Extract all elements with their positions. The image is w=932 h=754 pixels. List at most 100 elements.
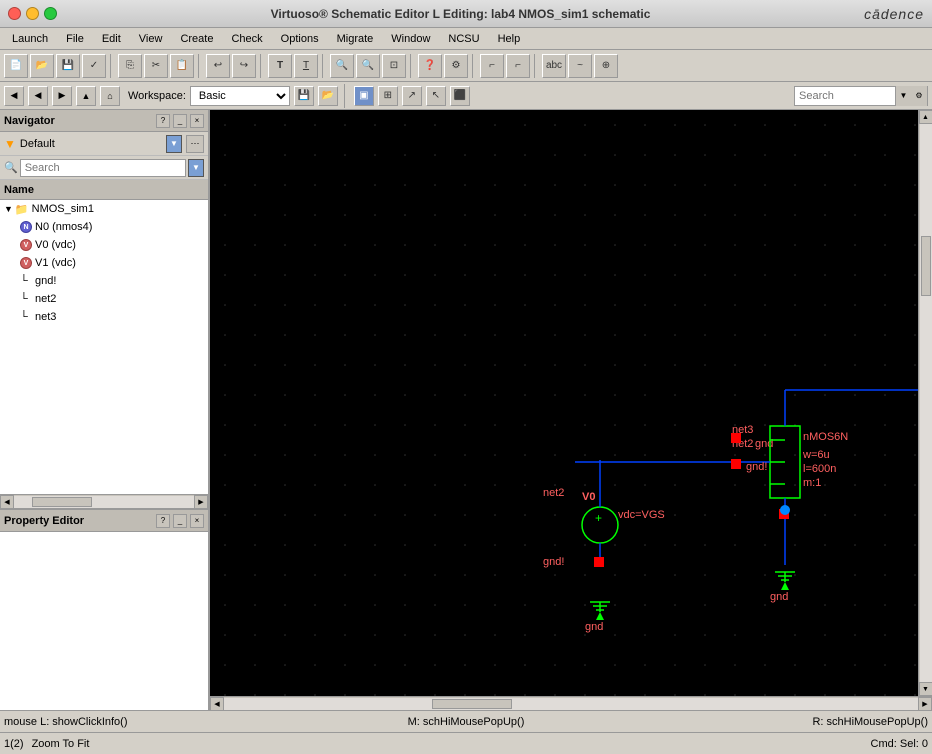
sep7 (534, 54, 538, 78)
v0-label: V0 (vdc) (35, 239, 76, 251)
nav-up-button[interactable]: ▲ (76, 86, 96, 106)
save-button[interactable]: 💾 (56, 54, 80, 78)
nav-close-icon[interactable]: × (190, 114, 204, 128)
property-editor-content (0, 532, 208, 710)
text2-button[interactable]: T (294, 54, 318, 78)
zoom-out-button[interactable]: 🔍 (356, 54, 380, 78)
new-button[interactable]: 📄 (4, 54, 28, 78)
search-options[interactable]: ⚙ (911, 86, 927, 106)
pe-help-icon[interactable]: ? (156, 514, 170, 528)
toolbar1: 📄 📂 💾 ✓ ⎘ ✂ 📋 ↩ ↪ T T 🔍 🔍 ⊡ ❓ ⚙ ⌐ ⌐ abc … (0, 50, 932, 82)
filter-icon: ▼ (4, 137, 16, 151)
page-number: 1(2) (4, 738, 24, 750)
pe-close-icon[interactable]: × (190, 514, 204, 528)
svg-text:net2: net2 (543, 487, 564, 499)
nav-back-button[interactable]: ◀ (4, 86, 24, 106)
ws-save-button[interactable]: 💾 (294, 86, 314, 106)
search-dropdown[interactable]: ▼ (895, 86, 911, 106)
wire-button[interactable]: ~ (568, 54, 592, 78)
menu-options[interactable]: Options (273, 31, 327, 47)
cut-button[interactable]: ✂ (144, 54, 168, 78)
vscroll-track[interactable] (920, 124, 932, 682)
check-button[interactable]: ✓ (82, 54, 106, 78)
tree-item-gnd[interactable]: └ gnd! (0, 272, 208, 290)
filter-more[interactable]: ⋯ (186, 135, 204, 153)
vscroll-down[interactable]: ▼ (919, 682, 932, 696)
nav-help-icon[interactable]: ? (156, 114, 170, 128)
route1-button[interactable]: ⌐ (480, 54, 504, 78)
info-button[interactable]: ❓ (418, 54, 442, 78)
hscroll-right2[interactable]: ▶ (918, 697, 932, 711)
vscrollbar[interactable]: ▲ ▼ (918, 110, 932, 696)
bottombar: 1(2) Zoom To Fit Cmd: Sel: 0 (0, 732, 932, 754)
tree-item-v0[interactable]: V V0 (vdc) (0, 236, 208, 254)
nav-fwd-button[interactable]: ▶ (52, 86, 72, 106)
hscrollbar[interactable]: ◀ ▶ (210, 696, 932, 710)
tree-item-net3[interactable]: └ net3 (0, 308, 208, 326)
left-panel: Navigator ? _ × ▼ Default ▼ ⋯ 🔍 ▼ Name (0, 110, 210, 710)
maximize-button[interactable] (44, 7, 57, 20)
menu-create[interactable]: Create (172, 31, 221, 47)
sel2-button[interactable]: ⊞ (378, 86, 398, 106)
sel4-button[interactable]: ↖ (426, 86, 446, 106)
zoom-in-button[interactable]: 🔍 (330, 54, 354, 78)
ws-load-button[interactable]: 📂 (318, 86, 338, 106)
vscroll-thumb[interactable] (921, 236, 931, 296)
hscroll-right[interactable]: ▶ (194, 495, 208, 509)
extra-button[interactable]: ⊕ (594, 54, 618, 78)
undo-button[interactable]: ↩ (206, 54, 230, 78)
tree-item-n0[interactable]: N N0 (nmos4) (0, 218, 208, 236)
search-input[interactable] (795, 87, 895, 105)
tree-root[interactable]: ▼ 📁 NMOS_sim1 (0, 200, 208, 218)
paste-button[interactable]: 📋 (170, 54, 194, 78)
menu-check[interactable]: Check (223, 31, 270, 47)
workspace-select[interactable]: Basic (190, 86, 290, 106)
navigator-hscrollbar[interactable]: ◀ ▶ (0, 494, 208, 508)
hscroll-track[interactable] (14, 496, 194, 508)
hscroll-left2[interactable]: ◀ (210, 697, 224, 711)
hscroll-thumb2[interactable] (432, 699, 512, 709)
menu-ncsu[interactable]: NCSU (440, 31, 487, 47)
open-button[interactable]: 📂 (30, 54, 54, 78)
hscroll-track2[interactable] (224, 698, 918, 710)
menu-migrate[interactable]: Migrate (329, 31, 382, 47)
navigator-search-input[interactable] (20, 159, 186, 177)
zoom-fit-button[interactable]: ⊡ (382, 54, 406, 78)
hscroll-thumb[interactable] (32, 497, 92, 507)
prop-button[interactable]: ⚙ (444, 54, 468, 78)
menu-edit[interactable]: Edit (94, 31, 129, 47)
schematic-canvas[interactable]: net2 V0 + vdc=VGS gnd! (210, 110, 932, 696)
close-button[interactable] (8, 7, 21, 20)
search-arrow[interactable]: ▼ (188, 159, 204, 177)
nav-min-icon[interactable]: _ (173, 114, 187, 128)
status-center: M: schHiMousePopUp() (312, 716, 620, 728)
sel-button[interactable]: ▣ (354, 86, 374, 106)
minimize-button[interactable] (26, 7, 39, 20)
text3-button[interactable]: abc (542, 54, 566, 78)
sel5-button[interactable]: ⬛ (450, 86, 470, 106)
status-left: mouse L: showClickInfo() (4, 716, 312, 728)
nav-home-button[interactable]: ⌂ (100, 86, 120, 106)
menu-help[interactable]: Help (490, 31, 529, 47)
sep5 (410, 54, 414, 78)
filter-dropdown[interactable]: ▼ (166, 135, 182, 153)
nav-back2-button[interactable]: ◀ (28, 86, 48, 106)
tree-item-v1[interactable]: V V1 (vdc) (0, 254, 208, 272)
sep3 (260, 54, 264, 78)
tree-root-label: NMOS_sim1 (32, 203, 94, 215)
menu-window[interactable]: Window (383, 31, 438, 47)
redo-button[interactable]: ↪ (232, 54, 256, 78)
menu-view[interactable]: View (131, 31, 171, 47)
text-button[interactable]: T (268, 54, 292, 78)
v1-icon: V (20, 257, 32, 269)
sel3-button[interactable]: ↗ (402, 86, 422, 106)
menu-file[interactable]: File (58, 31, 92, 47)
pe-min-icon[interactable]: _ (173, 514, 187, 528)
copy-button[interactable]: ⎘ (118, 54, 142, 78)
route2-button[interactable]: ⌐ (506, 54, 530, 78)
navigator-icons: ? _ × (156, 114, 204, 128)
hscroll-left[interactable]: ◀ (0, 495, 14, 509)
tree-item-net2[interactable]: └ net2 (0, 290, 208, 308)
vscroll-up[interactable]: ▲ (919, 110, 932, 124)
menu-launch[interactable]: Launch (4, 31, 56, 47)
